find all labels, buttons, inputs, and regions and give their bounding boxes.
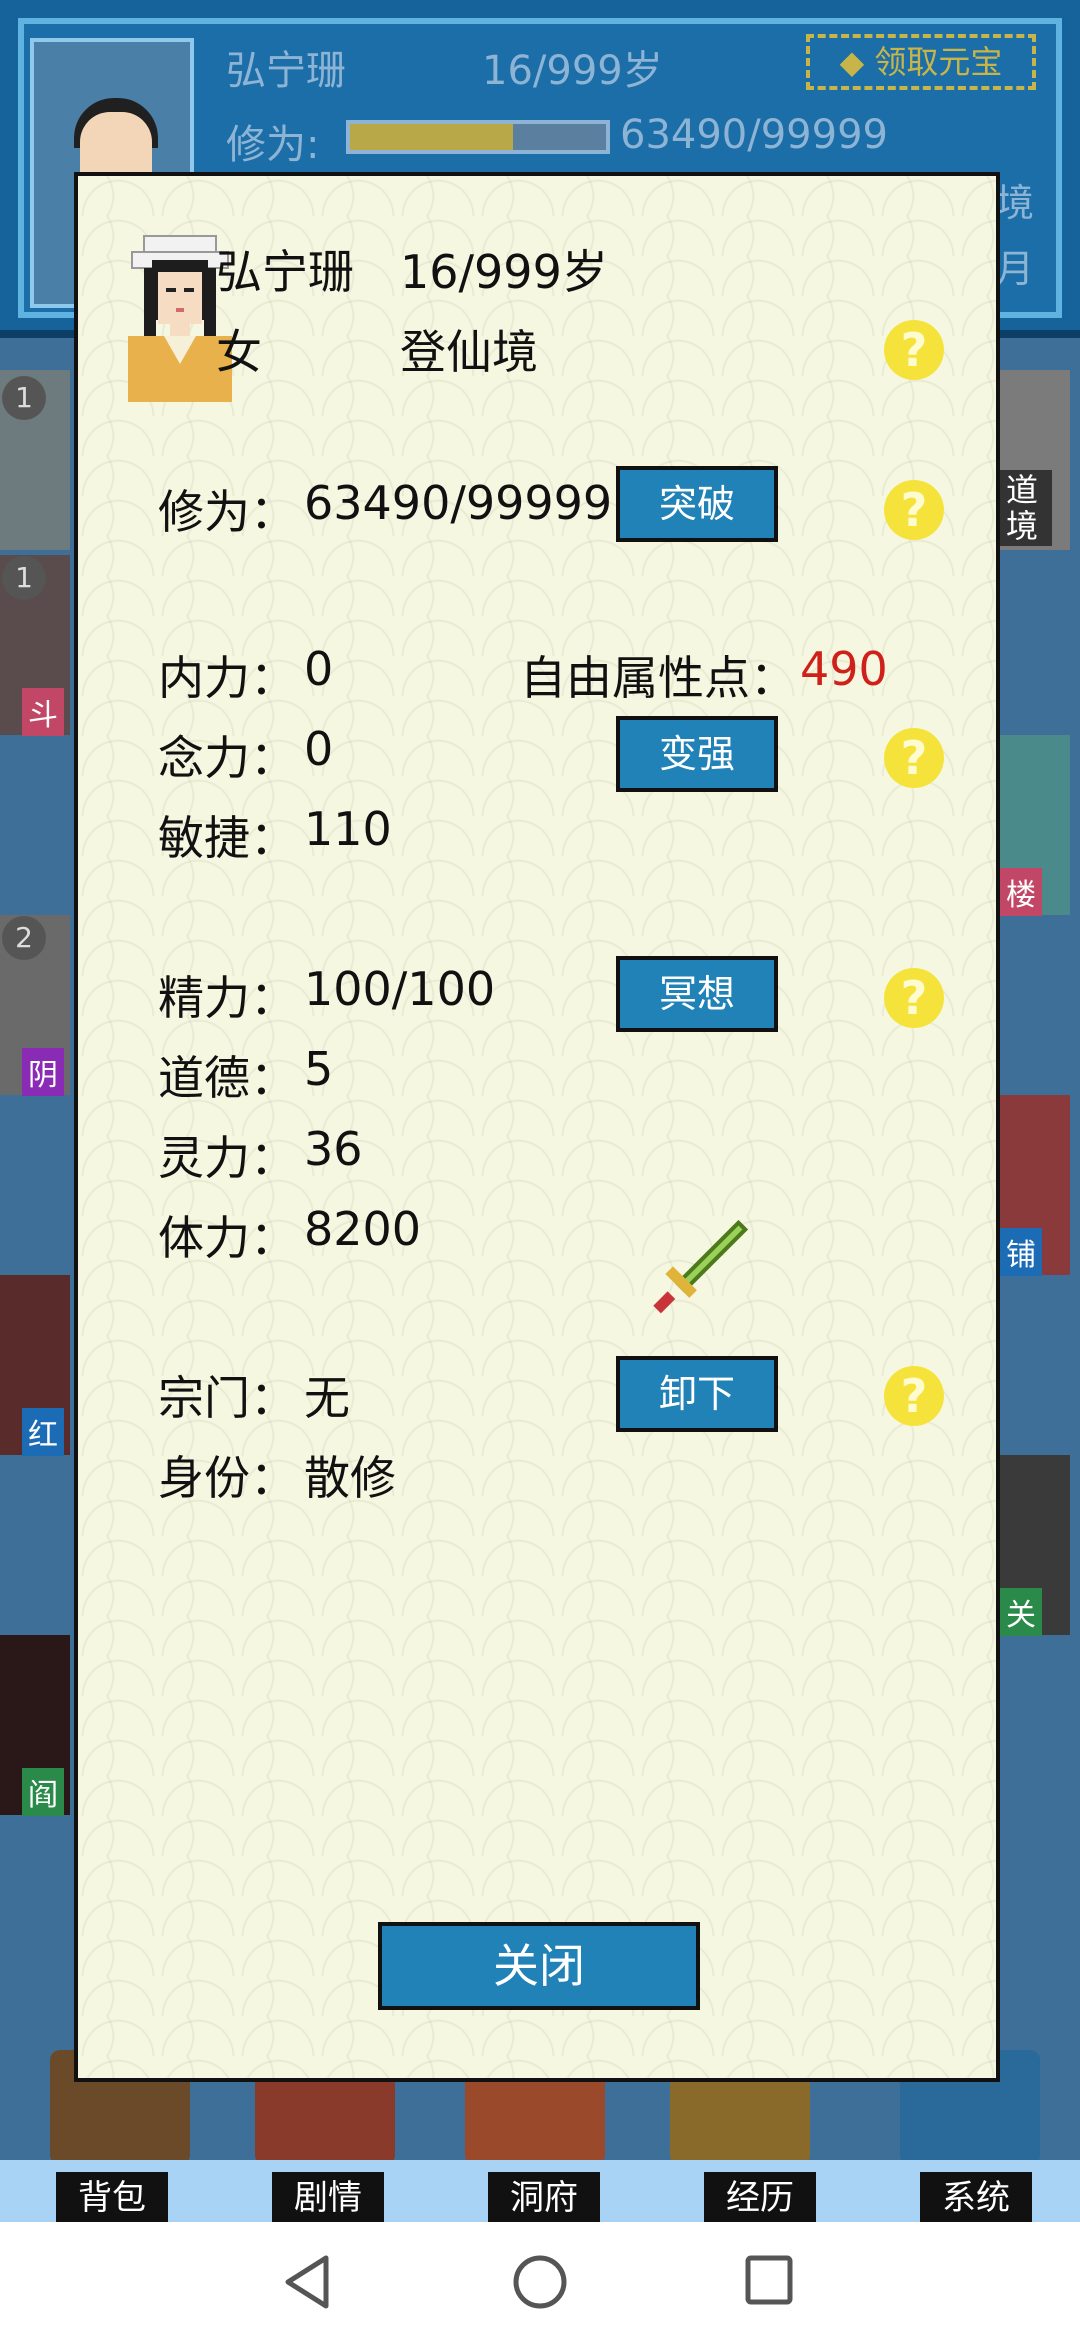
- character-gender: 女: [216, 325, 262, 379]
- xiuwei-value: 63490/99999: [304, 476, 613, 530]
- equipment-help-icon[interactable]: ?: [884, 1366, 944, 1426]
- character-name: 弘宁珊: [216, 245, 354, 299]
- header-side-text: 境 月: [996, 170, 1056, 302]
- location-tag-lou: 楼: [1000, 868, 1042, 916]
- minjie-label: 敏捷：: [158, 811, 296, 865]
- claim-yuanbao-button[interactable]: ◆ 领取元宝: [806, 34, 1036, 90]
- meditate-button[interactable]: 冥想: [616, 956, 778, 1032]
- minjie-value: 110: [304, 802, 392, 856]
- strengthen-button[interactable]: 变强: [616, 716, 778, 792]
- back-icon[interactable]: [282, 2254, 332, 2310]
- xiuwei-label: 修为：: [158, 485, 296, 539]
- nianli-value: 0: [304, 722, 334, 776]
- header-side-text-1: 境: [996, 181, 1035, 225]
- header-name: 弘宁珊: [226, 48, 346, 94]
- location-tag-daojing: 道境: [1000, 470, 1052, 546]
- nav-system[interactable]: 系统: [920, 2172, 1032, 2222]
- recents-icon[interactable]: [744, 2254, 794, 2306]
- neili-label: 内力：: [158, 651, 296, 705]
- tili-value: 8200: [304, 1202, 422, 1256]
- lingli-label: 灵力：: [158, 1131, 296, 1185]
- daode-label: 道德：: [158, 1051, 296, 1105]
- location-tag-pu: 铺: [1000, 1228, 1042, 1276]
- realm-help-icon[interactable]: ?: [884, 320, 944, 380]
- header-xiuwei-value: 63490/99999: [620, 112, 888, 158]
- close-button[interactable]: 关闭: [378, 1922, 700, 2010]
- count-badge-1: 1: [2, 376, 46, 420]
- home-icon[interactable]: [512, 2254, 568, 2310]
- header-xiuwei-bar: [346, 120, 610, 154]
- character-realm: 登仙境: [400, 325, 538, 379]
- shenfen-value: 散修: [304, 1451, 396, 1505]
- daode-value: 5: [304, 1042, 334, 1096]
- character-age: 16/999岁: [400, 245, 608, 299]
- location-tag-hong: 红: [22, 1408, 64, 1456]
- location-tag-yan: 阎: [22, 1768, 64, 1816]
- nav-backpack[interactable]: 背包: [56, 2172, 168, 2222]
- attributes-help-icon[interactable]: ?: [884, 728, 944, 788]
- location-tag-yin: 阴: [22, 1048, 64, 1096]
- character-info-dialog: 弘宁珊 16/999岁 女 登仙境 ? 修为： 63490/99999 突破 ?…: [74, 172, 1000, 2082]
- nav-history[interactable]: 经历: [704, 2172, 816, 2222]
- tili-label: 体力：: [158, 1211, 296, 1265]
- lingli-value: 36: [304, 1122, 363, 1176]
- free-points-value: 490: [800, 642, 888, 696]
- jingli-label: 精力：: [158, 971, 296, 1025]
- unequip-button[interactable]: 卸下: [616, 1356, 778, 1432]
- jingli-value: 100/100: [304, 962, 496, 1016]
- free-points-label: 自由属性点：: [520, 651, 796, 705]
- count-badge-3: 2: [2, 916, 46, 960]
- header-xiuwei-bar-fill: [350, 124, 513, 150]
- zongmen-value: 无: [304, 1371, 350, 1425]
- claim-yuanbao-label: 领取元宝: [874, 43, 1003, 81]
- shenfen-label: 身份：: [158, 1451, 296, 1505]
- zongmen-label: 宗门：: [158, 1371, 296, 1425]
- count-badge-2: 1: [2, 556, 46, 600]
- location-tag-dou: 斗: [22, 688, 64, 736]
- header-xiuwei-label: 修为:: [226, 122, 320, 168]
- neili-value: 0: [304, 642, 334, 696]
- breakthrough-button[interactable]: 突破: [616, 466, 778, 542]
- nav-cave[interactable]: 洞府: [488, 2172, 600, 2222]
- location-tag-guan: 关: [1000, 1588, 1042, 1636]
- header-side-text-2: 月: [996, 247, 1035, 291]
- nianli-label: 念力：: [158, 731, 296, 785]
- header-age: 16/999岁: [482, 48, 663, 94]
- xiuwei-help-icon[interactable]: ?: [884, 480, 944, 540]
- sword-icon[interactable]: [644, 1216, 752, 1324]
- jingli-help-icon[interactable]: ?: [884, 968, 944, 1028]
- nav-story[interactable]: 剧情: [272, 2172, 384, 2222]
- ingot-icon: ◆: [839, 43, 875, 81]
